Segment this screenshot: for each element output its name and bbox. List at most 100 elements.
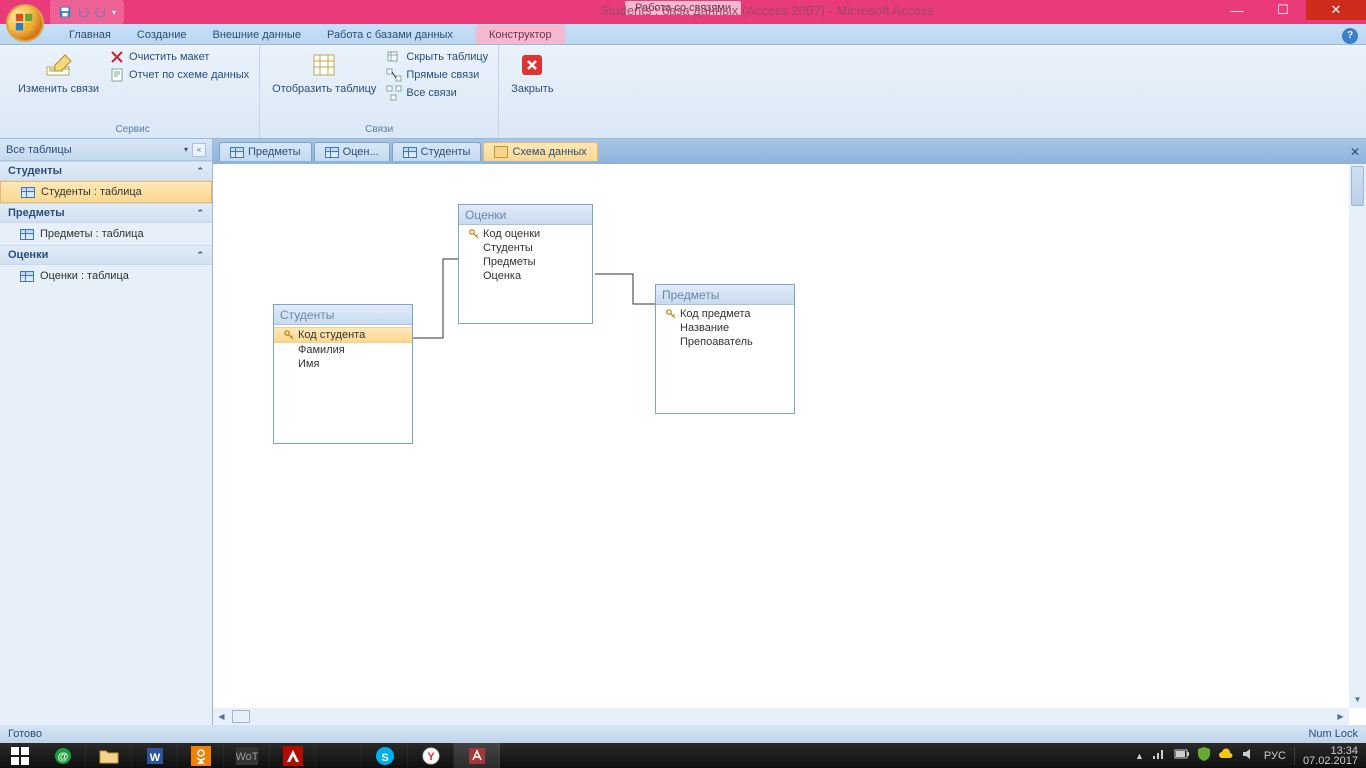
field-row[interactable]: Оценка [459,269,592,283]
scroll-down-icon[interactable]: ▼ [1349,691,1366,708]
field-row[interactable]: Имя [274,357,412,371]
taskbar-app-word[interactable]: W [132,743,178,768]
taskbar-app-yandex[interactable]: Y [408,743,454,768]
tab-database-tools[interactable]: Работа с базами данных [314,25,466,44]
taskbar-app-adobe[interactable] [270,743,316,768]
app-title: Students : база данных (Access 2007) - M… [600,3,934,18]
direct-rel-icon [386,67,402,83]
taskbar-app-wot[interactable]: WoT [224,743,270,768]
doc-tab-subjects[interactable]: Предметы [219,142,312,161]
tray-volume-icon[interactable] [1242,748,1256,763]
nav-group-grades[interactable]: Оценки⌃ [0,245,212,265]
tray-battery-icon[interactable] [1174,749,1190,762]
tab-design[interactable]: Конструктор [476,25,565,44]
navigation-pane: Все таблицы ▾ « Студенты⌃ Студенты : таб… [0,139,213,725]
nav-item-grades-table[interactable]: Оценки : таблица [0,265,212,287]
taskbar-app-unknown[interactable] [316,743,362,768]
undo-icon[interactable] [76,5,90,19]
quick-access-toolbar: ▾ [50,0,124,24]
scroll-thumb[interactable] [1351,166,1364,206]
show-table-button[interactable]: Отобразить таблицу [266,47,382,97]
direct-relationships-button[interactable]: Прямые связи [386,67,488,83]
close-icon [516,49,548,81]
tray-clock[interactable]: 13:34 07.02.2017 [1303,746,1358,766]
schema-icon [494,146,508,158]
table-box-subjects[interactable]: Предметы Код предмета Название Препоават… [655,284,795,414]
ribbon-group-service: Изменить связи Очистить макет Отчет по с… [6,45,260,138]
taskbar-app-explorer[interactable] [86,743,132,768]
tray-network-icon[interactable] [1152,748,1166,763]
ribbon-group-label: Связи [365,124,393,136]
close-relationships-button[interactable]: Закрыть [505,47,559,97]
tab-external-data[interactable]: Внешние данные [200,25,314,44]
maximize-button[interactable]: ☐ [1260,0,1306,20]
tray-expand-icon[interactable]: ▲ [1135,751,1144,761]
nav-group-students[interactable]: Студенты⌃ [0,161,212,181]
ribbon-group-close: Закрыть [499,45,565,138]
table-icon [21,187,35,198]
hide-table-icon [386,49,402,65]
table-box-grades[interactable]: Оценки Код оценки Студенты Предметы Оцен… [458,204,593,324]
table-icon [20,229,34,240]
nav-header[interactable]: Все таблицы ▾ « [0,139,212,161]
doc-tab-students[interactable]: Студенты [392,142,482,161]
tab-create[interactable]: Создание [124,25,200,44]
clear-layout-button[interactable]: Очистить макет [109,49,249,65]
hide-table-button[interactable]: Скрыть таблицу [386,49,488,65]
table-title: Студенты [274,305,412,325]
tray-cloud-icon[interactable] [1218,748,1234,763]
close-button[interactable]: ✕ [1306,0,1366,20]
record-nav-icon[interactable] [232,710,250,723]
help-icon[interactable]: ? [1342,28,1358,44]
field-row[interactable]: Код студента [274,327,412,343]
field-row[interactable]: Препоаватель [656,335,794,349]
start-button[interactable] [0,743,40,768]
redo-icon[interactable] [94,5,108,19]
ribbon-group-label: Сервис [115,124,149,136]
field-row[interactable]: Код оценки [459,227,592,241]
svg-text:Y: Y [427,751,435,763]
edit-relationships-button[interactable]: Изменить связи [12,47,105,97]
nav-item-students-table[interactable]: Студенты : таблица [0,181,212,203]
minimize-button[interactable]: — [1214,0,1260,20]
office-button[interactable] [6,4,44,42]
scroll-left-icon[interactable]: ◀ [213,712,230,721]
tray-shield-icon[interactable] [1198,747,1210,764]
taskbar-app-access[interactable] [454,743,500,768]
table-icon [20,271,34,282]
tab-home[interactable]: Главная [56,25,124,44]
all-rel-icon [386,85,402,101]
taskbar-app-mail[interactable]: @ [40,743,86,768]
primary-key-icon [469,229,479,239]
field-row[interactable]: Название [656,321,794,335]
vertical-scrollbar[interactable]: ▲ ▼ [1349,164,1366,708]
scroll-right-icon[interactable]: ▶ [1332,712,1349,721]
relationship-report-button[interactable]: Отчет по схеме данных [109,67,249,83]
relationships-canvas[interactable]: Студенты Код студента Фамилия Имя Оценки… [213,164,1366,725]
doc-close-button[interactable]: ✕ [1350,145,1360,159]
tray-language[interactable]: РУС [1264,750,1286,762]
field-row[interactable]: Фамилия [274,343,412,357]
horizontal-scrollbar[interactable]: ◀ ▶ [213,708,1349,725]
save-icon[interactable] [58,5,72,19]
nav-group-subjects[interactable]: Предметы⌃ [0,203,212,223]
doc-tab-schema[interactable]: Схема данных [483,142,597,161]
svg-text:WoT: WoT [236,751,258,763]
nav-collapse-icon[interactable]: « [192,143,206,157]
field-row[interactable]: Код предмета [656,307,794,321]
qat-dropdown-icon[interactable]: ▾ [112,8,116,17]
ribbon-tabs: Главная Создание Внешние данные Работа с… [0,24,1366,45]
taskbar-app-ok[interactable] [178,743,224,768]
show-table-label: Отобразить таблицу [272,83,376,95]
svg-text:@: @ [57,751,68,763]
doc-tab-grades[interactable]: Оцен... [314,142,390,161]
collapse-icon: ⌃ [196,250,204,261]
system-tray: ▲ РУС 13:34 07.02.2017 [1127,743,1366,768]
table-box-students[interactable]: Студенты Код студента Фамилия Имя [273,304,413,444]
nav-item-subjects-table[interactable]: Предметы : таблица [0,223,212,245]
edit-relationships-icon [43,49,75,81]
all-relationships-button[interactable]: Все связи [386,85,488,101]
field-row[interactable]: Предметы [459,255,592,269]
field-row[interactable]: Студенты [459,241,592,255]
taskbar-app-skype[interactable]: S [362,743,408,768]
